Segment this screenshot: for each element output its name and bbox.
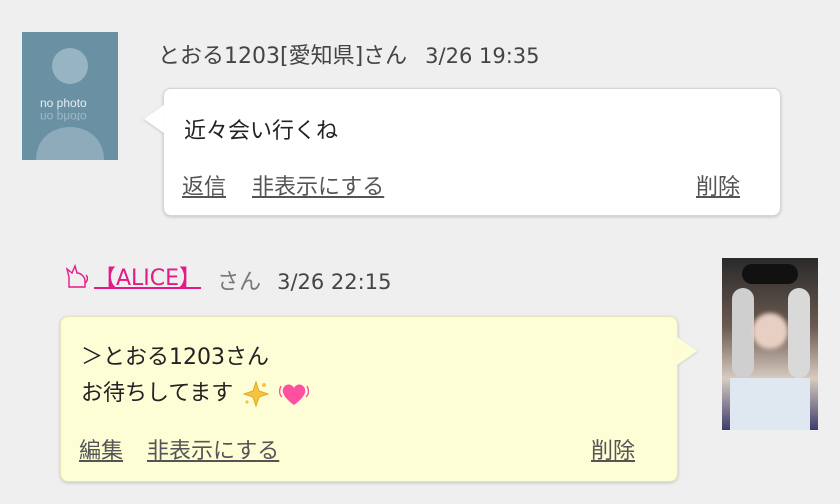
message-header-1: とおる1203[愛知県]さん 3/26 19:35 — [158, 38, 540, 69]
brand-name[interactable]: 【ALICE】 — [94, 260, 201, 292]
avatar-face — [752, 313, 788, 349]
reply-link[interactable]: 返信 — [182, 169, 226, 201]
bubble-tail — [144, 105, 164, 133]
cat-icon — [66, 263, 88, 288]
message-text: 近々会い行くね — [184, 119, 339, 144]
message-text-line-2: お待ちしてます — [81, 375, 310, 408]
timestamp: 3/26 19:35 — [425, 44, 540, 68]
author-suffix: さん — [217, 270, 262, 295]
message-bubble-2: ＞とおる1203さん お待ちしてます 編集 非表示にする 削除 — [60, 316, 697, 482]
avatar-bow — [742, 264, 798, 284]
avatar-dress — [730, 378, 810, 430]
avatar-no-photo[interactable]: no photo no photo — [22, 32, 118, 160]
delete-link[interactable]: 削除 — [696, 169, 740, 201]
sparkle-star-icon — [242, 380, 270, 408]
hide-link[interactable]: 非表示にする — [252, 169, 384, 201]
avatar-no-photo-reflection: no photo — [40, 110, 87, 124]
brand-author[interactable]: 【ALICE】 — [66, 260, 201, 292]
avatar-hair-left — [732, 288, 754, 378]
timestamp: 3/26 22:15 — [277, 270, 392, 294]
message-header-2: 【ALICE】 さん 3/26 22:15 — [66, 260, 392, 295]
hide-link[interactable]: 非表示にする — [147, 433, 279, 465]
avatar-user-photo[interactable] — [722, 258, 818, 430]
beating-heart-icon — [279, 384, 310, 405]
message-bubble-1: 近々会い行くね 返信 非表示にする 削除 — [144, 88, 781, 216]
message-text-line-1: ＞とおる1203さん — [81, 345, 269, 370]
message-text-line-2-text: お待ちしてます — [81, 381, 234, 406]
edit-link[interactable]: 編集 — [79, 433, 123, 465]
bubble-tail — [677, 337, 697, 365]
author-name[interactable]: とおる1203[愛知県]さん — [158, 38, 407, 70]
delete-link[interactable]: 削除 — [591, 433, 635, 465]
avatar-hair-right — [788, 288, 810, 378]
avatar-no-photo-label: no photo — [40, 96, 87, 110]
